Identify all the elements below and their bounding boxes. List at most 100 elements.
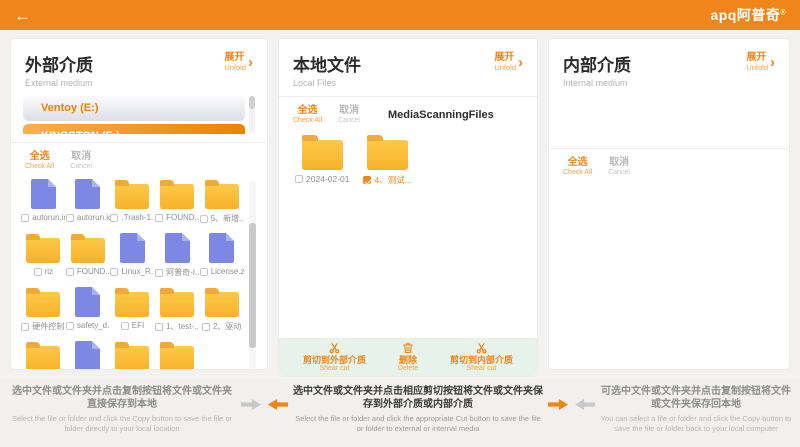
panel-title: 本地文件 — [293, 51, 361, 76]
file-label: FOUND... — [166, 213, 199, 222]
arrow-left-orange-icon — [267, 398, 289, 411]
checkbox[interactable] — [200, 215, 208, 223]
footer-right-instruction: 可选中文件或文件夹并点击复制按钮将文件或文件夹保存回本地 You can sel… — [600, 385, 792, 433]
cancel-button[interactable]: 取消 Cancel — [338, 105, 360, 125]
local-file-list: 2024-02-01 4、测试... — [289, 135, 527, 186]
file-item[interactable]: autorun.inf — [21, 179, 66, 224]
drive-item[interactable]: Ventoy (E:) — [23, 96, 245, 121]
file-item[interactable]: EFI — [110, 287, 155, 332]
checkbox[interactable] — [66, 268, 74, 276]
file-item[interactable]: 2、驱动 — [199, 287, 244, 332]
cut-to-internal-button[interactable]: 剪切到内部介质 Shear cut — [450, 342, 513, 373]
file-label: Linux_R... — [121, 267, 154, 276]
top-bar: ← apq阿普奇® — [0, 0, 800, 30]
cancel-button[interactable]: 取消 Cancel — [70, 151, 92, 171]
file-item[interactable]: .Trash-1... — [110, 179, 155, 224]
checkbox[interactable] — [21, 323, 29, 331]
drive-item[interactable]: KINGSTON (F:) — [23, 124, 245, 134]
file-label: .Trash-1... — [121, 213, 154, 222]
checkbox[interactable] — [121, 322, 129, 330]
file-label: safety_d... — [77, 321, 110, 330]
file-label: 4、测试... — [374, 174, 411, 186]
checkbox[interactable] — [200, 268, 208, 276]
file-label: 2024-02-01 — [306, 174, 349, 184]
file-item[interactable]: Linux_R... — [110, 233, 155, 278]
folder-icon — [115, 184, 149, 209]
folder-icon — [205, 292, 239, 317]
registered-mark: ® — [780, 9, 786, 16]
panel-subtitle: External medium — [25, 78, 93, 88]
panel-title: 外部介质 — [25, 51, 93, 76]
current-folder-label: MediaScanningFiles — [388, 109, 494, 121]
file-item[interactable]: safety_d... — [66, 287, 111, 332]
file-label: EFI — [132, 321, 144, 330]
checkbox[interactable] — [66, 322, 74, 330]
check-all-button[interactable]: 全选 Check All — [25, 151, 54, 171]
drive-scrollbar[interactable] — [249, 96, 255, 134]
local-files-panel: 本地文件 Local Files 展开 Unfold › 全选 Check Al… — [278, 38, 538, 377]
checkbox[interactable] — [34, 268, 42, 276]
folder-icon — [115, 292, 149, 317]
file-item[interactable]: 1、test-... — [155, 287, 200, 332]
file-item[interactable]: $Recycle... — [21, 341, 66, 370]
check-all-button[interactable]: 全选 Check All — [563, 157, 592, 177]
folder-icon — [302, 140, 343, 170]
folder-icon — [71, 238, 105, 263]
checkbox[interactable] — [295, 175, 303, 183]
back-icon[interactable]: ← — [14, 7, 31, 24]
file-item[interactable]: 阿普奇-I... — [155, 233, 200, 278]
arrow-right-gray-icon — [240, 398, 262, 411]
checkbox[interactable] — [110, 214, 118, 222]
cancel-button[interactable]: 取消 Cancel — [608, 157, 630, 177]
checkbox-checked[interactable] — [363, 176, 371, 184]
unfold-button[interactable]: 展开 Unfold › — [746, 53, 775, 72]
chevron-right-icon: › — [518, 56, 523, 70]
file-icon — [209, 233, 234, 263]
file-item[interactable]: 硬件控制... — [21, 287, 66, 332]
trash-icon — [402, 342, 414, 354]
folder-icon — [160, 346, 194, 370]
file-label: 1、test-... — [166, 321, 199, 332]
unfold-button[interactable]: 展开 Unfold › — [224, 53, 253, 72]
delete-button[interactable]: 删除 Delete — [398, 342, 418, 373]
folder-icon — [205, 184, 239, 209]
checkbox[interactable] — [155, 323, 163, 331]
file-item[interactable]: 4、测试... — [363, 135, 411, 186]
action-bar: 剪切到外部介质 Shear cut 删除 Delete 剪切到内部介质 Shea… — [279, 338, 537, 376]
cut-to-external-button[interactable]: 剪切到外部介质 Shear cut — [303, 342, 366, 373]
checkbox[interactable] — [110, 268, 118, 276]
checkbox[interactable] — [21, 214, 29, 222]
check-all-button[interactable]: 全选 Check All — [293, 105, 322, 125]
file-item[interactable]: riz — [21, 233, 66, 278]
checkbox[interactable] — [202, 323, 210, 331]
chevron-right-icon: › — [770, 56, 775, 70]
divider — [11, 142, 267, 143]
file-grid-scrollbar[interactable] — [249, 181, 256, 370]
file-item[interactable]: FOUND... — [66, 233, 111, 278]
file-label: 阿普奇-I... — [166, 267, 199, 278]
file-label: License.zip — [211, 267, 244, 276]
file-label: autorun.inf — [32, 213, 65, 222]
file-item[interactable]: autorun.ico — [66, 179, 111, 224]
divider — [279, 96, 537, 97]
file-item[interactable]: FOUND... — [155, 179, 200, 224]
unfold-button[interactable]: 展开 Unfold › — [494, 53, 523, 72]
divider — [549, 148, 789, 149]
internal-medium-panel: 内部介质 Internal medium 展开 Unfold › 全选 Chec… — [548, 38, 790, 370]
file-item[interactable]: 5、新增... — [199, 179, 244, 224]
folder-icon — [367, 140, 408, 170]
file-item[interactable]: License.zip — [199, 233, 244, 278]
folder-icon — [26, 292, 60, 317]
checkbox[interactable] — [155, 269, 163, 277]
arrow-right-orange-icon — [547, 398, 569, 411]
file-icon — [165, 233, 190, 263]
file-item[interactable]: 3、程序... — [110, 341, 155, 370]
file-item[interactable]: 2024-02-01 — [295, 135, 349, 186]
file-icon — [75, 179, 100, 209]
file-item[interactable]: BOOTE... — [66, 341, 111, 370]
external-medium-panel: 外部介质 External medium 展开 Unfold › Ventoy … — [10, 38, 268, 370]
checkbox[interactable] — [155, 214, 163, 222]
file-item[interactable]: 4、测试... — [155, 341, 200, 370]
checkbox[interactable] — [66, 214, 74, 222]
drive-list: Ventoy (E:) KINGSTON (F:) — [23, 96, 255, 134]
